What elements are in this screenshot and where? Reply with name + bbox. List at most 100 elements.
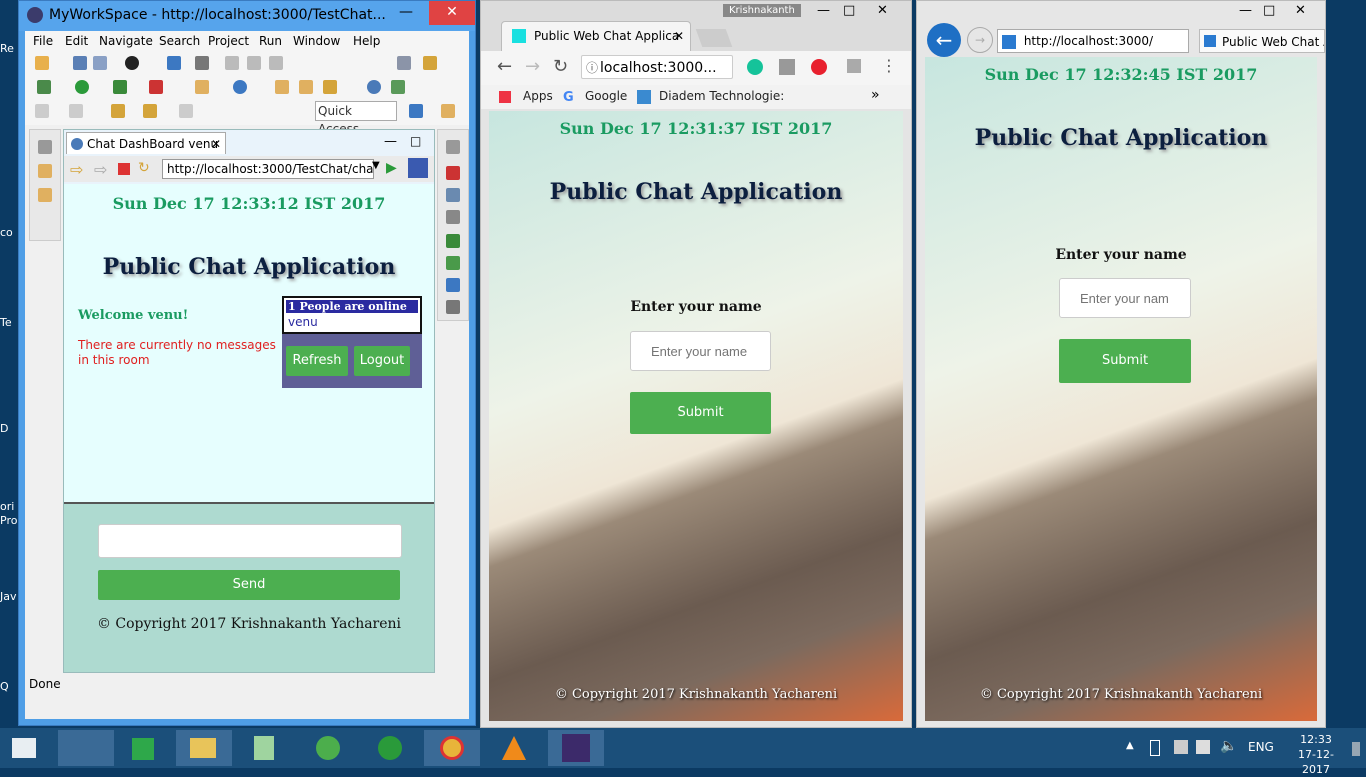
last-edit-icon[interactable] <box>111 104 125 118</box>
notifications-icon[interactable] <box>1352 742 1360 756</box>
forward-arrow-icon[interactable]: → <box>525 56 540 77</box>
properties-icon[interactable] <box>446 300 460 314</box>
close-tab-icon[interactable]: ✕ <box>211 133 221 155</box>
pin-icon[interactable] <box>391 80 405 94</box>
stop-icon[interactable] <box>118 163 130 175</box>
console-icon[interactable] <box>167 56 181 70</box>
opera-icon[interactable] <box>811 59 827 75</box>
grammarly-icon[interactable] <box>747 59 763 75</box>
cast-icon[interactable] <box>847 59 861 73</box>
problems-icon[interactable] <box>446 234 460 248</box>
maximize-button[interactable]: □ <box>843 3 855 18</box>
maximize-button[interactable]: □ <box>1263 3 1275 18</box>
desktop-icon-label[interactable]: Te <box>0 316 12 329</box>
terminate-icon[interactable] <box>269 56 283 70</box>
menu-edit[interactable]: Edit <box>65 34 88 48</box>
back-button[interactable]: ← <box>927 23 961 57</box>
profile-name[interactable]: Krishnakanth <box>723 4 801 17</box>
logout-button[interactable]: Logout <box>354 346 410 376</box>
data-source-icon[interactable] <box>446 188 460 202</box>
next-annotation-icon[interactable] <box>35 104 49 118</box>
coverage-icon[interactable] <box>113 80 127 94</box>
menu-file[interactable]: File <box>33 34 53 48</box>
bookmark-google[interactable]: Google <box>585 89 627 103</box>
desktop-icon-label[interactable]: co <box>0 226 13 239</box>
new-java-project-icon[interactable] <box>195 80 209 94</box>
name-input[interactable] <box>1059 278 1191 318</box>
taskbar-eclipse-icon[interactable] <box>548 730 604 766</box>
language-indicator[interactable]: ENG <box>1248 740 1274 754</box>
resume-icon[interactable] <box>225 56 239 70</box>
menu-search[interactable]: Search <box>159 34 200 48</box>
taskbar-vlc-icon[interactable] <box>486 730 542 766</box>
minimize-button[interactable]: — <box>817 3 830 18</box>
open-task-icon[interactable] <box>299 80 313 94</box>
send-button[interactable]: Send <box>98 570 400 600</box>
desktop-icon-label[interactable]: Re <box>0 42 14 55</box>
show-hidden-icons[interactable]: ▲ <box>1126 740 1134 751</box>
link-icon[interactable] <box>423 56 437 70</box>
external-tools-icon[interactable] <box>149 80 163 94</box>
format-icon[interactable] <box>397 56 411 70</box>
java-ee-perspective-icon[interactable] <box>441 104 455 118</box>
user-icon[interactable] <box>125 56 139 70</box>
minimize-button[interactable]: — <box>1239 3 1252 18</box>
extension-icon[interactable] <box>779 59 795 75</box>
refresh-icon[interactable]: ↻ <box>138 160 150 176</box>
desktop-icon-label[interactable]: Q <box>0 680 9 693</box>
minimize-button[interactable]: — <box>383 1 429 25</box>
new-tab-button[interactable] <box>695 29 733 47</box>
suspend-icon[interactable] <box>247 56 261 70</box>
skip-breakpoints-icon[interactable] <box>195 56 209 70</box>
online-user-item[interactable]: venu <box>284 315 420 329</box>
tab-chat-dashboard[interactable]: Chat DashBoard venu ✕ <box>66 132 226 154</box>
url-dropdown-icon[interactable]: ▼ <box>372 160 380 171</box>
info-icon[interactable]: ⓘ <box>586 56 598 78</box>
new-icon[interactable] <box>35 56 49 70</box>
bookmark-apps[interactable]: Apps <box>523 89 553 103</box>
eclipse-titlebar[interactable]: MyWorkSpace - http://localhost:3000/Test… <box>19 1 475 31</box>
desktop-icon-label[interactable]: Pro <box>0 514 17 527</box>
reload-icon[interactable]: ↻ <box>553 56 568 77</box>
volume-icon[interactable]: 🔈 <box>1220 738 1237 754</box>
close-button[interactable]: ✕ <box>1295 3 1306 18</box>
forward-button[interactable]: → <box>967 27 993 53</box>
menu-run[interactable]: Run <box>259 34 282 48</box>
desktop-icon-label[interactable]: ori <box>0 500 14 513</box>
taskbar-store-icon[interactable] <box>116 730 172 766</box>
ie-address-bar[interactable]: http://localhost:3000/ <box>997 29 1189 53</box>
close-tab-icon[interactable]: ✕ <box>674 22 684 50</box>
restore-icon[interactable] <box>38 140 52 154</box>
taskbar-ie-icon[interactable] <box>58 730 114 766</box>
desktop-icon-label[interactable]: Jav <box>0 590 17 603</box>
back-icon[interactable] <box>143 104 157 118</box>
ie-tab[interactable]: Public Web Chat A <box>1199 29 1325 53</box>
menu-project[interactable]: Project <box>208 34 249 48</box>
new-class-icon[interactable] <box>233 80 247 94</box>
forward-arrow-icon[interactable]: ⇨ <box>94 160 107 179</box>
bookmark-diadem[interactable]: Diadem Technologie: <box>659 89 784 103</box>
signal-icon[interactable] <box>1196 740 1210 754</box>
open-folder-icon[interactable] <box>275 80 289 94</box>
menu-navigate[interactable]: Navigate <box>99 34 153 48</box>
desktop-icon-label[interactable]: D <box>0 422 8 435</box>
network-status-icon[interactable] <box>1174 740 1188 754</box>
close-button[interactable]: ✕ <box>877 3 888 18</box>
menu-help[interactable]: Help <box>353 34 380 48</box>
prev-annotation-icon[interactable] <box>69 104 83 118</box>
menu-kebab-icon[interactable]: ⋮ <box>881 56 897 75</box>
clock[interactable]: 12:33 17-12-2017 <box>1286 732 1346 777</box>
restore-icon[interactable] <box>446 140 460 154</box>
taskbar-utorrent-icon[interactable] <box>300 730 356 766</box>
taskbar-idm-icon[interactable] <box>362 730 418 766</box>
quick-access-field[interactable]: Quick Access <box>315 101 397 136</box>
servers-icon[interactable] <box>446 166 460 180</box>
submit-button[interactable]: Submit <box>1059 339 1191 383</box>
map-icon[interactable] <box>446 256 460 270</box>
back-arrow-icon[interactable]: ⇨ <box>70 160 83 179</box>
globe-icon[interactable] <box>367 80 381 94</box>
save-icon[interactable] <box>73 56 87 70</box>
more-bookmarks-icon[interactable]: » <box>871 87 880 103</box>
taskbar-chrome-icon[interactable] <box>424 730 480 766</box>
snippets-icon[interactable] <box>446 210 460 224</box>
